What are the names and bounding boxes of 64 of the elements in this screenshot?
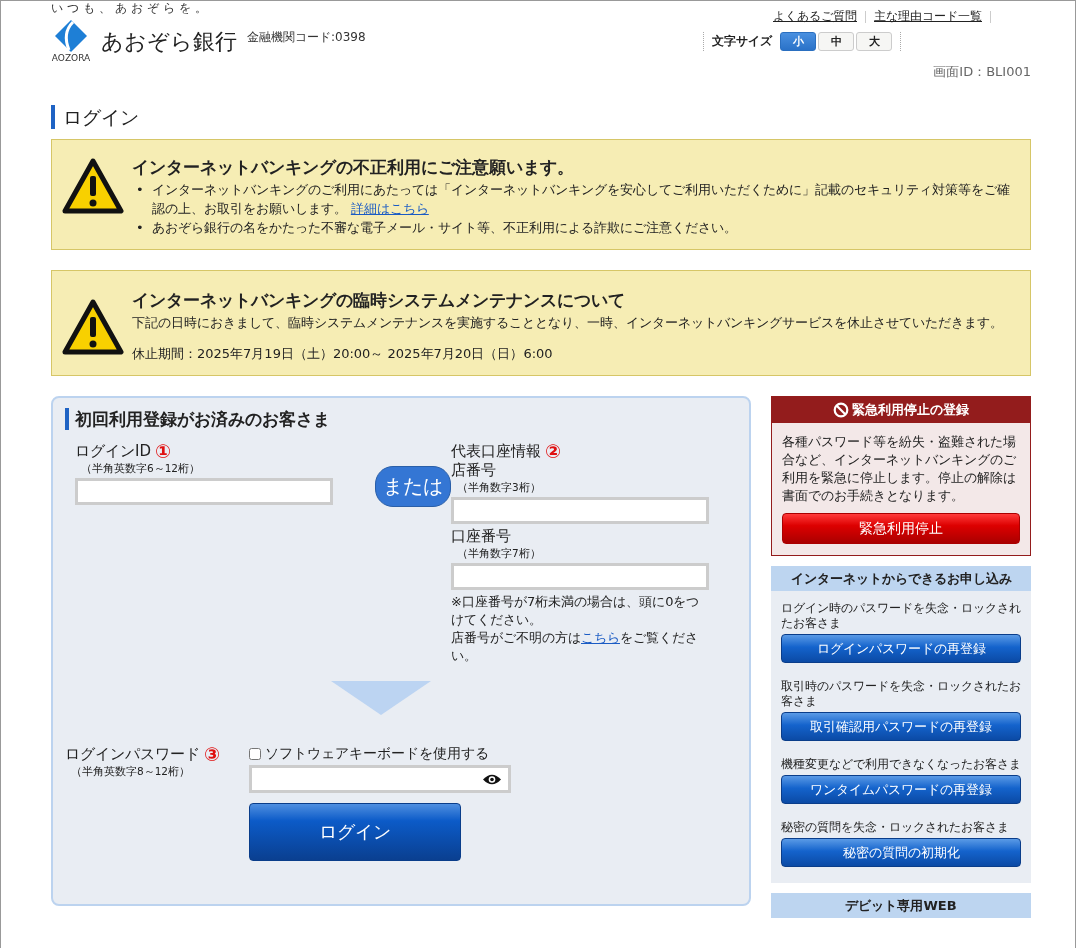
field-hint: （半角英数字8～12桁） [70,764,192,779]
panel-header: デビット専用WEB [771,893,1031,918]
notice-title: インターネットバンキングの不正利用にご注意願います。 [132,158,575,177]
step-number: ③ [204,745,221,764]
item-caption: 秘密の質問を失念・ロックされたお客さま [781,820,1010,835]
account-field[interactable] [451,497,709,524]
item-caption: 取引時のパスワードを失念・ロックされたお客さま [781,679,1021,709]
step-number: ② [545,442,562,461]
password-field[interactable] [249,765,511,793]
notice-text: 下記の日時におきまして、臨時システムメンテナンスを実施することとなり、一時、インターネットバンキングサービスを休止させていただきます。 [132,314,1003,332]
panel-header: インターネットからできるお申し込み [771,566,1031,591]
down-arrow-icon [331,681,431,715]
application-button[interactable]: 取引確認用パスワードの再登録 [781,712,1021,741]
bullet-mark: • [136,181,144,199]
field-label: 代表口座情報 [451,442,541,461]
help-text: 店番号がご不明の方はこちら をご覧ください。 [451,629,699,665]
emergency-text: 各種パスワード等を紛失・盗難された場合など、インターネットバンキングのご利用を緊急に停止します。停止の解除は書面でのお手続きとなります。 [781,433,1017,505]
checkbox-label: ソフトウェアキーボードを使用する [265,745,489,763]
notice-bullet: インターネットバンキングのご利用にあたっては「インターネットバンキングを安心してご利用いただくために」記載のセキュリティ対策等をご確認の上、お取引をお願いします。 詳細はこちら [151,181,1011,218]
account-note: ※口座番号が7桁未満の場合は、頭に0をつけてください。 [451,593,701,629]
field-hint: （半角英数字6～12桁） [80,461,202,476]
logo-icon [54,19,88,53]
tagline: いつも、あおぞらを。 [51,1,212,15]
bullet-mark: • [136,219,144,237]
prohibited-icon [833,402,849,418]
field-label: ログインパスワード [65,745,200,764]
logo-subtext: AOZORA [51,53,91,63]
field-label: 口座番号 [451,527,511,546]
font-size-button[interactable]: 大 [856,32,892,51]
details-link[interactable]: 詳細はこちら [350,201,429,216]
logo-text: あおぞら銀行 [101,28,237,56]
panel-title: 緊急利用停止の登録 [852,401,969,419]
step-number: ① [155,442,172,461]
field-label: ログインID [75,442,151,461]
font-size-button[interactable]: 中 [818,32,854,51]
bank-code: 金融機関コード:0398 [247,29,366,46]
login-id-field[interactable] [75,478,333,505]
panel-title: 初回利用登録がお済みのお客さま [65,408,737,430]
eye-icon[interactable] [482,772,502,786]
warning-icon [62,158,124,214]
login-button[interactable]: ログイン [249,803,461,861]
emergency-stop-button[interactable]: 緊急利用停止 [782,513,1020,544]
header-link[interactable]: 主な理由コード一覧 [874,8,982,25]
notice-bullet: あおぞら銀行の名をかたった不審な電子メール・サイト等、不正利用による詐欺にご注意ください。 [151,219,737,237]
notice-title: インターネットバンキングの臨時システムメンテナンスについて [132,291,626,310]
warning-icon [62,299,124,355]
item-caption: ログイン時のパスワードを失念・ロックされたお客さま [781,601,1021,631]
or-label: または [375,466,451,507]
screen-id: 画面ID：BLI001 [933,63,1031,81]
account-field[interactable] [451,563,709,590]
field-label: 店番号 [451,461,496,480]
item-caption: 機種変更などで利用できなくなったお客さま [781,757,1021,772]
application-button[interactable]: ログインパスワードの再登録 [781,634,1021,663]
field-hint: （半角数字3桁） [456,480,542,495]
notice-text: 休止期間：2025年7月19日（土）20:00～ 2025年7月20日（日）6:00 [132,345,554,363]
field-hint: （半角数字7桁） [456,546,542,561]
page-title: ログイン [51,105,1031,129]
help-link[interactable]: こちら [581,630,620,645]
application-button[interactable]: ワンタイムパスワードの再登録 [781,775,1021,804]
font-size-button[interactable]: 小 [780,32,816,51]
checkbox[interactable] [249,748,261,760]
font-size-label: 文字サイズ [712,33,772,50]
header-link[interactable]: よくあるご質問 [773,8,857,25]
application-button[interactable]: 秘密の質問の初期化 [781,838,1021,867]
